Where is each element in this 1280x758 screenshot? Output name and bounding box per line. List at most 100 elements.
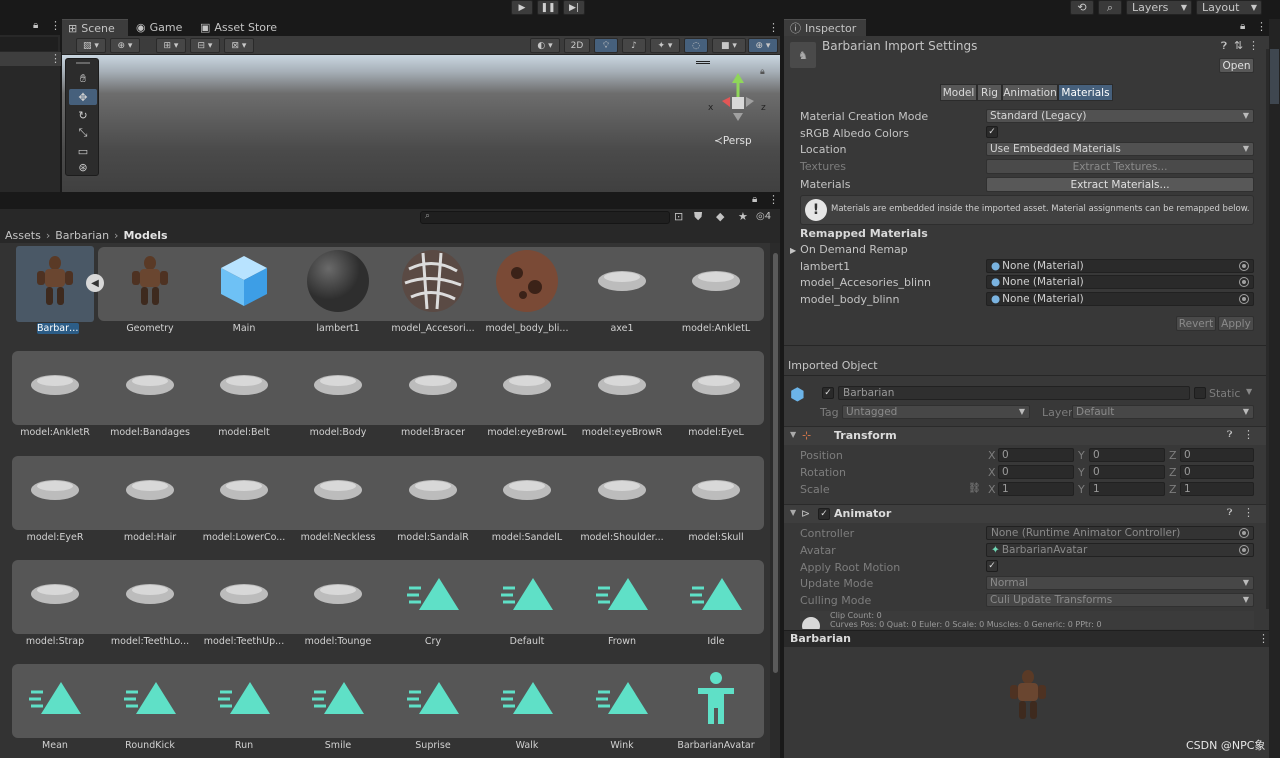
asset-item[interactable]: model:EyeR	[7, 452, 103, 556]
update-mode-dropdown[interactable]: Normal ▼	[986, 576, 1254, 590]
asset-item[interactable]: model:SandelL	[479, 452, 575, 556]
scene-viewport[interactable]: ✋︎ ✥ ↻ ⤡ ▭ ⊛ 🔒︎ x z ≺Persp	[62, 55, 780, 192]
lock-icon[interactable]: 🔒︎	[752, 194, 757, 205]
asset-item[interactable]: Barbarian	[7, 243, 103, 347]
asset-item[interactable]: model:AnkletL	[668, 243, 764, 347]
scene-gizmo-icon[interactable]: x z	[706, 73, 770, 137]
rotate-tool-icon[interactable]: ↻	[69, 107, 97, 123]
controller-field[interactable]: None (Runtime Animator Controller)	[986, 526, 1254, 540]
transform-tool-icon[interactable]: ⊛	[69, 159, 97, 175]
presets-icon[interactable]: ⇅	[1234, 39, 1243, 52]
asset-item[interactable]: model:Belt	[196, 347, 292, 451]
object-name-field[interactable]: Barbarian	[838, 386, 1190, 400]
asset-item[interactable]: RoundKick	[102, 660, 198, 758]
hierarchy-search-input[interactable]	[0, 37, 58, 51]
asset-item[interactable]: Geometry	[102, 243, 198, 347]
breadcrumb-assets[interactable]: Assets	[5, 229, 41, 242]
favorite-star-icon[interactable]: ★	[738, 210, 748, 223]
asset-item[interactable]: model:eyeBrowR	[574, 347, 670, 451]
position-y-field[interactable]: 0	[1089, 448, 1165, 462]
search-icon[interactable]: ⌕	[1098, 0, 1122, 15]
history-icon[interactable]: ⟲	[1070, 0, 1094, 15]
breadcrumb-barbarian[interactable]: Barbarian	[55, 229, 109, 242]
position-z-field[interactable]: 0	[1180, 448, 1254, 462]
asset-item[interactable]: model_body_bli...	[479, 243, 575, 347]
asset-item[interactable]: model:Bandages	[102, 347, 198, 451]
preview-area[interactable]: CSDN @NPC象	[784, 647, 1269, 758]
hidden-packages-button[interactable]: ◎4	[756, 211, 771, 222]
asset-item[interactable]: model_Accesori...	[385, 243, 481, 347]
more-menu-icon[interactable]: ⋮	[768, 193, 779, 206]
srgb-albedo-checkbox[interactable]: ✓	[986, 126, 998, 138]
hand-tool-icon[interactable]: ✋︎	[69, 71, 97, 87]
open-button[interactable]: Open	[1219, 58, 1254, 73]
asset-item[interactable]: model:Shoulder...	[574, 452, 670, 556]
more-menu-icon[interactable]: ⋮	[768, 21, 779, 34]
asset-item[interactable]: model:SandalR	[385, 452, 481, 556]
global-toggle-button[interactable]: ⊕ ▾	[110, 38, 140, 53]
remap-material-field[interactable]: ● None (Material)	[986, 259, 1254, 273]
scale-tool-icon[interactable]: ⤡	[69, 125, 97, 141]
more-menu-icon[interactable]: ⋮	[1256, 20, 1267, 33]
tab-scene[interactable]: ⊞ Scene	[62, 19, 128, 36]
search-by-label-icon[interactable]: ⛊	[694, 210, 702, 224]
pause-button[interactable]: ❚❚	[537, 0, 559, 15]
grid-visibility-button[interactable]: ⊠ ▾	[224, 38, 254, 53]
tab-rig[interactable]: Rig	[977, 84, 1002, 101]
lighting-toggle-icon[interactable]: 💡︎	[594, 38, 618, 53]
asset-item[interactable]: model:TeethLo...	[102, 556, 198, 660]
project-search-input[interactable]: ⌕	[420, 211, 670, 224]
projection-toggle[interactable]: ≺Persp	[714, 135, 752, 147]
audio-toggle-icon[interactable]: ♪	[622, 38, 646, 53]
scale-z-field[interactable]: 1	[1180, 482, 1254, 496]
gizmos-button[interactable]: ⊕ ▾	[748, 38, 778, 53]
static-checkbox[interactable]	[1194, 387, 1206, 399]
animator-header[interactable]: ▼ ⊳ ✓ Animator ❓︎ ⋮	[784, 504, 1269, 523]
asset-item[interactable]: Smile	[290, 660, 386, 758]
animator-enabled-checkbox[interactable]: ✓	[818, 508, 830, 520]
revert-button[interactable]: Revert	[1176, 316, 1216, 331]
asset-item[interactable]: model:Tounge	[290, 556, 386, 660]
asset-item[interactable]: Cry	[385, 556, 481, 660]
scale-y-field[interactable]: 1	[1089, 482, 1165, 496]
position-x-field[interactable]: 0	[998, 448, 1074, 462]
asset-item[interactable]: model:Skull	[668, 452, 764, 556]
extract-materials-button[interactable]: Extract Materials...	[986, 177, 1254, 192]
search-by-type-icon[interactable]: ⊡	[674, 210, 683, 223]
asset-item[interactable]: model:LowerCo...	[196, 452, 292, 556]
more-menu-icon[interactable]: ⋮	[50, 52, 61, 65]
help-icon[interactable]: ❓︎	[1227, 430, 1232, 440]
preview-header[interactable]: Barbarian ⋮	[784, 630, 1269, 647]
asset-item[interactable]: Default	[479, 556, 575, 660]
mode-2d-button[interactable]: 2D	[564, 38, 590, 53]
asset-item[interactable]: axe1	[574, 243, 670, 347]
layer-dropdown[interactable]: Default ▼	[1072, 405, 1254, 419]
culling-mode-dropdown[interactable]: Culi Update Transforms ▼	[986, 593, 1254, 607]
snap-increment-button[interactable]: ⊟ ▾	[190, 38, 220, 53]
asset-item[interactable]: model:eyeBrowL	[479, 347, 575, 451]
material-creation-mode-dropdown[interactable]: Standard (Legacy) ▼	[986, 109, 1254, 123]
draw-mode-button[interactable]: ▧ ▾	[76, 38, 106, 53]
shading-mode-button[interactable]: ◐ ▾	[530, 38, 560, 53]
extract-textures-button[interactable]: Extract Textures...	[986, 159, 1254, 174]
object-picker-icon[interactable]	[1239, 277, 1249, 287]
tab-model[interactable]: Model	[940, 84, 977, 101]
window-scroll-thumb[interactable]	[1270, 49, 1279, 104]
object-picker-icon[interactable]	[1239, 294, 1249, 304]
more-menu-icon[interactable]: ⋮	[1243, 428, 1254, 441]
rotation-y-field[interactable]: 0	[1089, 465, 1165, 479]
play-button[interactable]: ▶	[511, 0, 533, 15]
avatar-field[interactable]: ✦ BarbarianAvatar	[986, 543, 1254, 557]
tab-game[interactable]: ◉ Game	[130, 19, 192, 36]
project-scrollbar[interactable]	[770, 243, 780, 758]
tab-asset-store[interactable]: ▣ Asset Store	[194, 19, 292, 36]
asset-item[interactable]: model:Neckless	[290, 452, 386, 556]
asset-item[interactable]: BarbarianAvatar	[668, 660, 764, 758]
tab-animation[interactable]: Animation	[1002, 84, 1058, 101]
asset-item[interactable]: model:AnkletR	[7, 347, 103, 451]
rect-tool-icon[interactable]: ▭	[69, 143, 97, 159]
tag-dropdown[interactable]: Untagged ▼	[842, 405, 1030, 419]
apply-root-motion-checkbox[interactable]: ✓	[986, 560, 998, 572]
asset-item[interactable]: model:TeethUp...	[196, 556, 292, 660]
asset-item[interactable]: Mean	[7, 660, 103, 758]
